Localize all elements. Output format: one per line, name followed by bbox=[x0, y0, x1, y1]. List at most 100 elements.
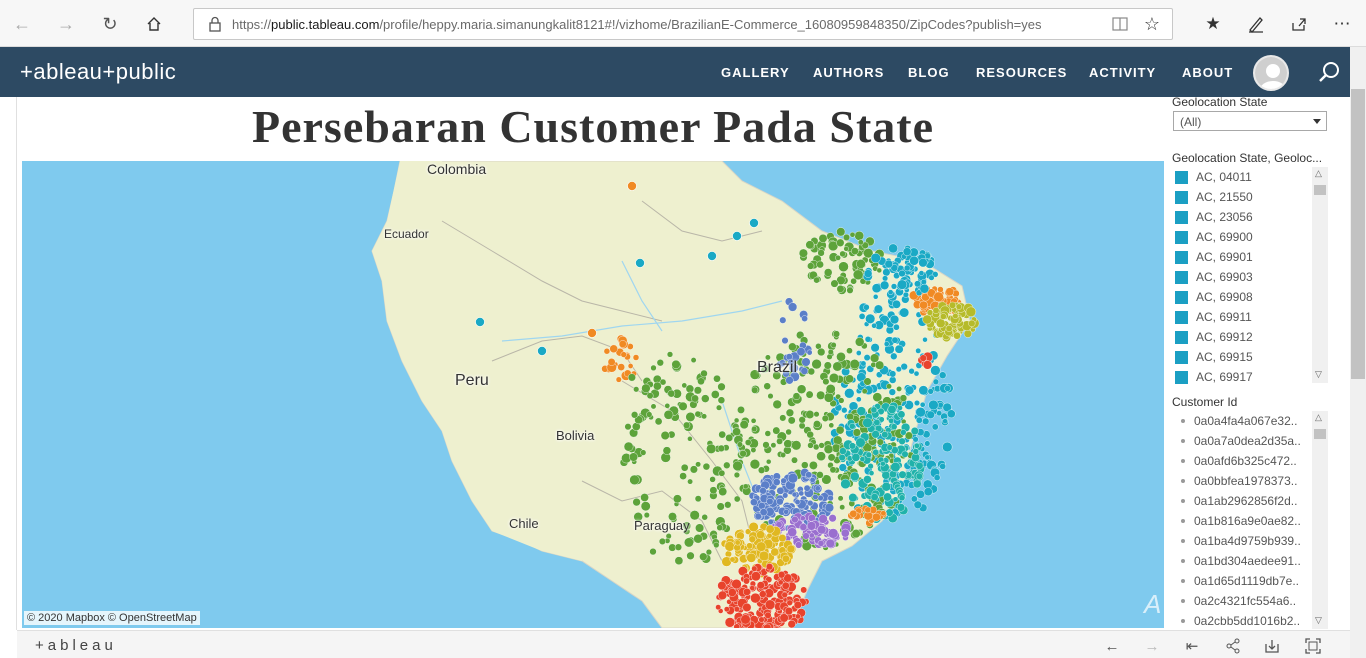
back-icon[interactable]: ← bbox=[10, 12, 34, 36]
list-item[interactable]: 0a1ba4d9759b939.. bbox=[1172, 531, 1328, 551]
customer-dot[interactable] bbox=[801, 315, 808, 322]
customer-dot[interactable] bbox=[933, 291, 944, 303]
customer-dot[interactable] bbox=[825, 538, 835, 549]
customer-dot[interactable] bbox=[724, 541, 735, 552]
customer-dot[interactable] bbox=[660, 431, 670, 441]
customer-dot[interactable] bbox=[732, 427, 741, 437]
customer-dot[interactable] bbox=[475, 317, 485, 327]
redo-icon[interactable]: → bbox=[1142, 636, 1162, 656]
share-viz-icon[interactable] bbox=[1223, 636, 1243, 656]
customer-dot[interactable] bbox=[729, 556, 736, 563]
customer-dot[interactable] bbox=[646, 392, 654, 400]
customer-dot[interactable] bbox=[897, 410, 906, 419]
customer-dot[interactable] bbox=[715, 604, 722, 611]
customer-dot[interactable] bbox=[849, 231, 856, 238]
list-item[interactable]: 0a0bbfea1978373.. bbox=[1172, 471, 1328, 491]
customer-dot[interactable] bbox=[811, 359, 822, 370]
customer-dot[interactable] bbox=[632, 498, 641, 507]
list-item[interactable]: 0a0a4fa4a067e32.. bbox=[1172, 411, 1328, 431]
customer-dot[interactable] bbox=[953, 331, 961, 340]
customer-dot[interactable] bbox=[816, 260, 824, 269]
customer-dot[interactable] bbox=[805, 471, 813, 479]
customer-dot[interactable] bbox=[718, 430, 727, 439]
customer-dot[interactable] bbox=[927, 388, 934, 395]
customer-dot[interactable] bbox=[900, 429, 907, 436]
customer-dot[interactable] bbox=[629, 452, 639, 462]
customer-dot[interactable] bbox=[686, 551, 695, 560]
list-item[interactable]: AC, 69911 bbox=[1172, 307, 1328, 327]
customer-dot[interactable] bbox=[754, 512, 762, 520]
customer-dot[interactable] bbox=[885, 508, 894, 517]
nav-blog[interactable]: BLOG bbox=[908, 65, 950, 80]
customer-dot[interactable] bbox=[865, 313, 876, 324]
customer-dot[interactable] bbox=[818, 234, 828, 243]
customer-dot[interactable] bbox=[942, 418, 948, 425]
customer-dot[interactable] bbox=[833, 330, 841, 338]
list-item[interactable]: 0a1d65d1119db7e.. bbox=[1172, 571, 1328, 591]
customer-dot[interactable] bbox=[777, 579, 784, 586]
customer-dot[interactable] bbox=[623, 441, 634, 452]
customer-dot[interactable] bbox=[785, 408, 795, 417]
customer-dot[interactable] bbox=[793, 601, 802, 610]
customer-scroll-thumb[interactable] bbox=[1314, 429, 1326, 439]
customer-dot[interactable] bbox=[835, 425, 845, 435]
customer-dot[interactable] bbox=[898, 437, 906, 445]
customer-dot[interactable] bbox=[658, 537, 666, 545]
customer-dot[interactable] bbox=[801, 357, 811, 367]
customer-dot[interactable] bbox=[849, 509, 858, 518]
revert-icon[interactable]: ⇤ bbox=[1182, 636, 1202, 656]
customer-dot[interactable] bbox=[807, 500, 814, 507]
customer-dot[interactable] bbox=[796, 347, 806, 357]
customer-dot[interactable] bbox=[910, 495, 918, 503]
customer-dot[interactable] bbox=[713, 374, 721, 383]
customer-dot[interactable] bbox=[817, 347, 826, 357]
customer-dot[interactable] bbox=[863, 354, 871, 362]
customer-dot[interactable] bbox=[839, 250, 846, 258]
customer-dot[interactable] bbox=[858, 313, 866, 320]
customer-dot[interactable] bbox=[796, 384, 807, 394]
customer-dot[interactable] bbox=[867, 463, 874, 470]
customer-dot[interactable] bbox=[800, 586, 808, 594]
customer-dot[interactable] bbox=[702, 462, 711, 471]
customer-dot[interactable] bbox=[772, 478, 781, 486]
customer-dot[interactable] bbox=[888, 243, 898, 254]
customer-dot[interactable] bbox=[846, 412, 855, 421]
customer-dot[interactable] bbox=[743, 587, 751, 596]
customer-dot[interactable] bbox=[850, 471, 860, 482]
customer-dot[interactable] bbox=[701, 394, 710, 403]
customer-dot[interactable] bbox=[603, 347, 611, 355]
customer-dot[interactable] bbox=[781, 591, 788, 599]
customer-dot[interactable] bbox=[687, 436, 693, 442]
customer-dot[interactable] bbox=[659, 378, 667, 386]
customer-dot[interactable] bbox=[640, 449, 647, 456]
customer-dot[interactable] bbox=[857, 239, 864, 246]
customer-dot[interactable] bbox=[807, 262, 815, 270]
customer-dot[interactable] bbox=[889, 314, 900, 325]
customer-dot[interactable] bbox=[856, 350, 862, 356]
customer-dot[interactable] bbox=[945, 325, 953, 332]
customer-dot[interactable] bbox=[924, 440, 931, 447]
customer-dot[interactable] bbox=[806, 430, 814, 439]
customer-dot[interactable] bbox=[751, 426, 758, 433]
customer-dot[interactable] bbox=[839, 504, 846, 511]
customer-dot[interactable] bbox=[883, 341, 890, 347]
customer-dot[interactable] bbox=[915, 347, 922, 354]
customer-dot[interactable] bbox=[817, 540, 825, 547]
customer-dot[interactable] bbox=[898, 470, 907, 479]
customer-dot[interactable] bbox=[845, 374, 854, 384]
customer-dot[interactable] bbox=[779, 414, 787, 422]
customer-dot[interactable] bbox=[914, 280, 921, 288]
customer-dot[interactable] bbox=[880, 461, 886, 467]
customer-dot[interactable] bbox=[855, 337, 865, 347]
customer-dot[interactable] bbox=[932, 307, 940, 314]
customer-dot[interactable] bbox=[852, 428, 862, 437]
list-item[interactable]: 0a1bd304aedee91.. bbox=[1172, 551, 1328, 571]
customer-dot[interactable] bbox=[791, 516, 799, 524]
customer-dot[interactable] bbox=[818, 442, 825, 449]
customer-dot[interactable] bbox=[833, 435, 843, 445]
customer-dot[interactable] bbox=[678, 401, 688, 411]
customer-dot[interactable] bbox=[723, 461, 731, 469]
customer-map[interactable]: Colombia Ecuador Peru Bolivia Brazil Par… bbox=[22, 161, 1164, 628]
customer-dot[interactable] bbox=[949, 301, 957, 309]
customer-dot[interactable] bbox=[836, 285, 845, 293]
